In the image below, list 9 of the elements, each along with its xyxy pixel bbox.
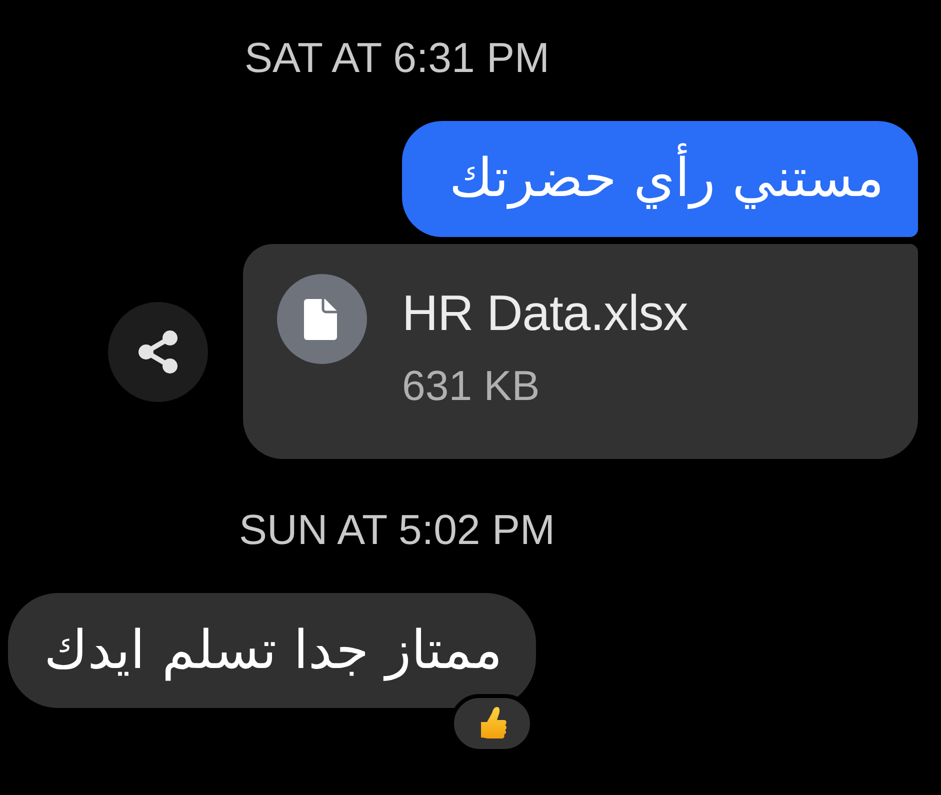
share-icon — [137, 330, 179, 374]
file-attachment-card[interactable]: HR Data.xlsx 631 KB — [243, 244, 918, 459]
file-name-text: HR Data.xlsx — [402, 286, 688, 340]
sent-message: مستني رأي حضرتك — [402, 121, 918, 237]
file-icon — [277, 274, 367, 364]
file-size-text: 631 KB — [402, 362, 541, 410]
timestamp-text: SUN AT 5:02 PM — [239, 505, 555, 555]
timestamp-text: SAT AT 6:31 PM — [244, 33, 550, 83]
received-message: ممتاز جدا تسلم ايدك — [8, 593, 536, 708]
